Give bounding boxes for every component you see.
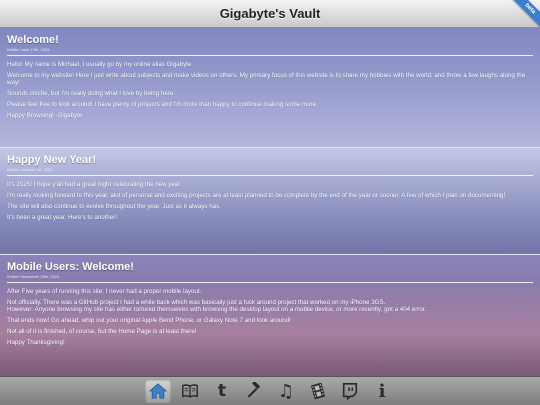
post-divider <box>7 282 533 283</box>
post-happy-new-year: Happy New Year! Written January 1st, 202… <box>0 148 540 255</box>
home-button[interactable] <box>145 379 171 403</box>
post-divider <box>7 175 533 176</box>
tools-button[interactable] <box>241 379 267 403</box>
post-date: Written June 19th, 2023 <box>7 47 50 52</box>
post-paragraph: That ends now! Go ahead, whip out your o… <box>7 317 291 324</box>
post-paragraph: Happy Browsing! -Gigabyte <box>7 112 83 119</box>
projects-button[interactable] <box>177 379 203 403</box>
post-paragraph: Not officially. There was a GitHub proje… <box>7 299 427 313</box>
post-paragraph: Not all of it is finished, of course, bu… <box>7 328 197 335</box>
post-paragraph: Happy Thanksgiving! <box>7 339 65 346</box>
title-bar: Gigabyte's Vault beta <box>0 0 540 28</box>
post-title: Welcome! <box>7 34 59 46</box>
hammer-icon <box>247 382 260 398</box>
post-paragraph: Hello! My name is Michael, I usually go … <box>7 61 194 68</box>
page-title: Gigabyte's Vault <box>219 6 321 21</box>
post-date: Written January 1st, 2025 <box>7 167 53 172</box>
post-feed[interactable]: Welcome! Written June 19th, 2023 Hello! … <box>0 28 540 376</box>
bottom-toolbar: t ♫ i <box>0 376 540 405</box>
tumblr-icon: t <box>217 381 227 401</box>
post-welcome: Welcome! Written June 19th, 2023 Hello! … <box>0 28 540 148</box>
post-paragraph: Please feel free to look around! I have … <box>7 101 318 108</box>
post-paragraph: After Five years of running this site; I… <box>7 288 202 295</box>
beta-ribbon: beta <box>509 0 540 27</box>
post-title: Happy New Year! <box>7 154 97 166</box>
twitch-button[interactable] <box>337 379 363 403</box>
info-button[interactable]: i <box>369 379 395 403</box>
post-paragraph: Sounds chiche, but I'm really doing what… <box>7 90 175 97</box>
info-icon: i <box>378 380 386 402</box>
post-divider <box>7 55 533 56</box>
home-icon <box>149 383 167 399</box>
film-icon <box>311 382 325 400</box>
post-paragraph: I'm really looking forward to this year,… <box>7 192 506 199</box>
tumblr-button[interactable]: t <box>209 379 235 403</box>
book-icon <box>182 384 198 398</box>
post-paragraph: The site will also continue to evolve th… <box>7 203 221 210</box>
post-date: Written November 28th, 2024 <box>7 274 60 279</box>
post-title: Mobile Users: Welcome! <box>7 261 134 273</box>
videos-button[interactable] <box>305 379 331 403</box>
post-paragraph: It's been a great year. Here's to anothe… <box>7 214 118 221</box>
music-button[interactable]: ♫ <box>273 379 299 403</box>
music-note-icon: ♫ <box>277 380 295 402</box>
twitch-icon <box>342 382 358 400</box>
post-paragraph: Welcome to my website! Here I just write… <box>7 72 526 86</box>
post-paragraph: It's 2025! I hope y'all had a great nigh… <box>7 181 182 188</box>
post-mobile-users: Mobile Users: Welcome! Written November … <box>0 255 540 376</box>
